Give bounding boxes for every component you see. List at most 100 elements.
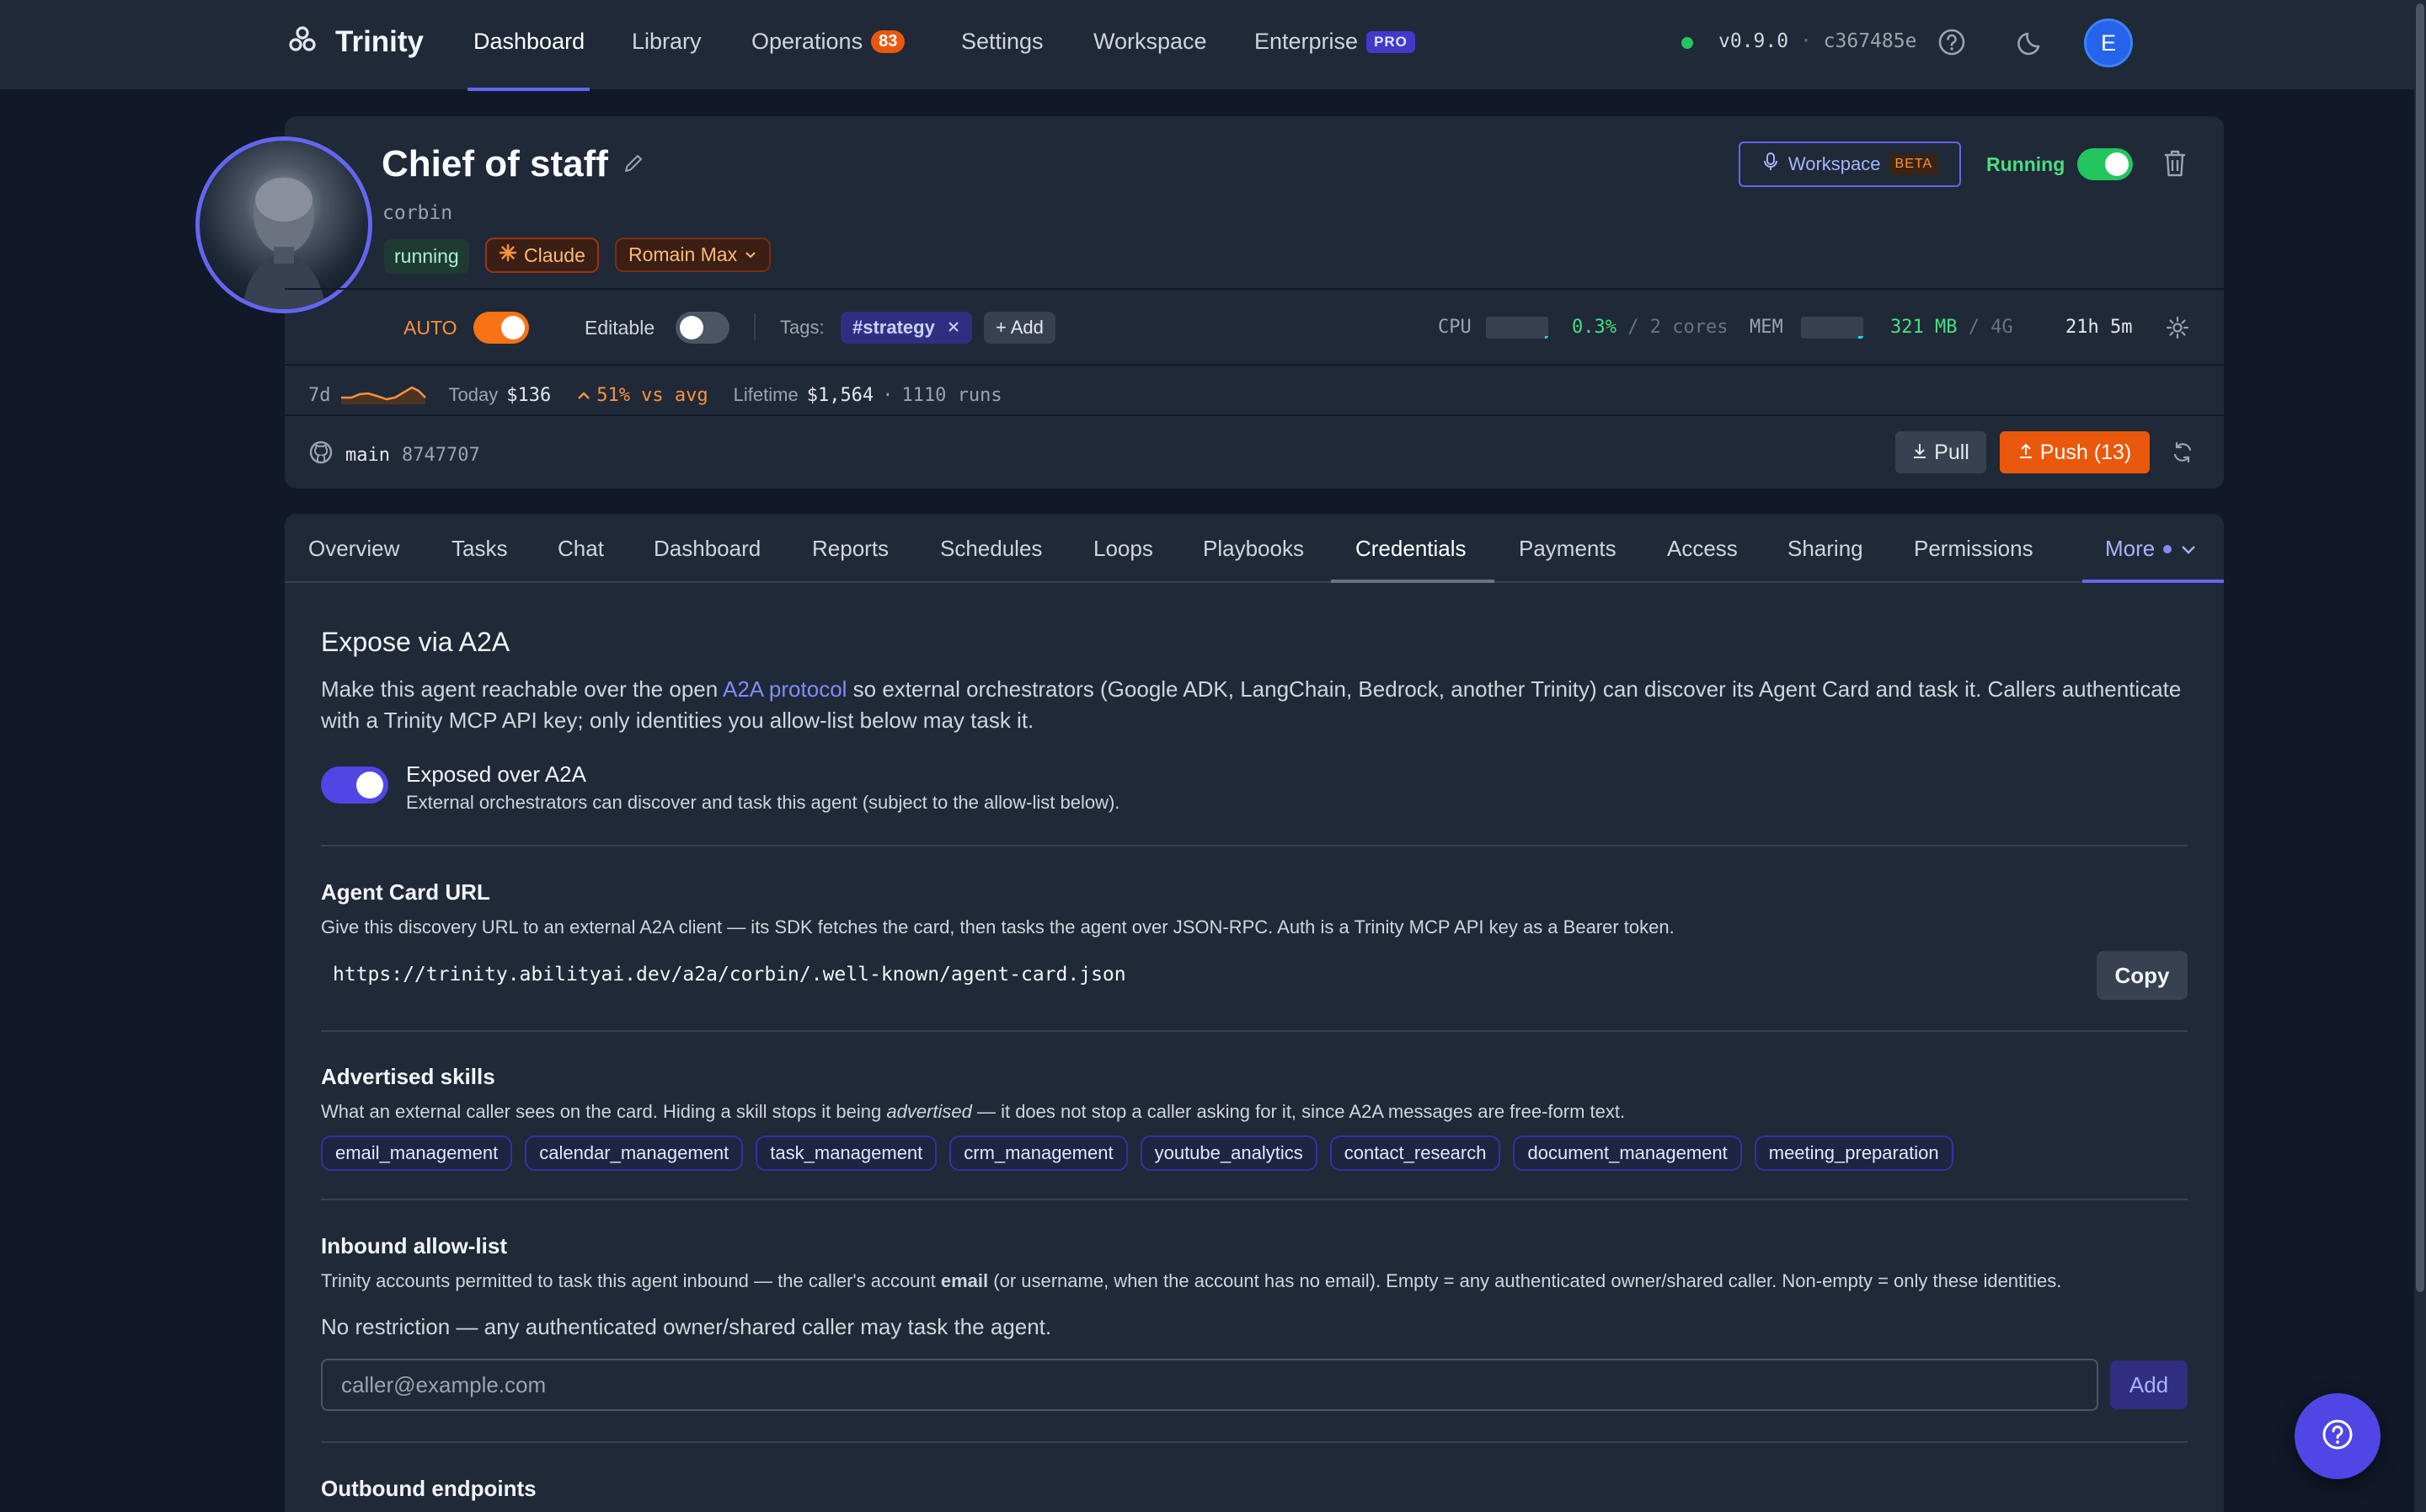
- pencil-icon[interactable]: [622, 152, 645, 179]
- tab-sharing[interactable]: Sharing: [1787, 536, 1863, 562]
- tab-payments[interactable]: Payments: [1519, 536, 1616, 562]
- status-pill: running: [384, 239, 469, 274]
- skills-description: What an external caller sees on the card…: [321, 1101, 1626, 1122]
- skills-list: email_management calendar_management tas…: [321, 1135, 1953, 1171]
- nav-enterprise[interactable]: Enterprise PRO: [1254, 29, 1415, 55]
- pull-button[interactable]: Pull: [1895, 431, 1986, 473]
- skill-chip[interactable]: youtube_analytics: [1140, 1135, 1317, 1171]
- nav-workspace[interactable]: Workspace: [1093, 29, 1207, 55]
- help-circle-icon[interactable]: [1935, 25, 1969, 59]
- help-button[interactable]: [2295, 1393, 2381, 1479]
- cpu-label: CPU: [1438, 317, 1472, 338]
- tab-active-indicator: [1331, 580, 1494, 583]
- trash-icon[interactable]: [2161, 148, 2188, 183]
- tags-label: Tags:: [780, 317, 825, 338]
- tabs-divider: [285, 581, 2224, 583]
- agent-card-url[interactable]: https://trinity.abilityai.dev/a2a/corbin…: [333, 964, 1126, 986]
- divider: [285, 288, 2224, 290]
- notification-dot: [2163, 544, 2172, 553]
- outbound-title: Outbound endpoints: [321, 1476, 537, 1501]
- tab-overview[interactable]: Overview: [308, 536, 399, 562]
- tab-credentials[interactable]: Credentials: [1355, 536, 1467, 562]
- allow-list-title: Inbound allow-list: [321, 1233, 507, 1258]
- copy-button[interactable]: Copy: [2097, 951, 2188, 1000]
- running-label: Running: [1986, 153, 2065, 175]
- running-toggle[interactable]: [2077, 148, 2133, 180]
- scrollbar-thumb[interactable]: [2416, 3, 2424, 1292]
- nav-settings[interactable]: Settings: [961, 29, 1044, 55]
- sparkline: [339, 379, 427, 411]
- tag-chip[interactable]: #strategy: [841, 312, 972, 344]
- divider: [754, 313, 756, 340]
- add-caller-button[interactable]: Add: [2110, 1360, 2188, 1409]
- divider: [321, 845, 2188, 847]
- divider: [321, 1030, 2188, 1032]
- skill-chip[interactable]: meeting_preparation: [1754, 1135, 1953, 1171]
- gear-icon[interactable]: [2165, 315, 2190, 345]
- editable-label: Editable: [585, 317, 655, 339]
- agent-username: corbin: [382, 202, 453, 224]
- microphone-icon: [1761, 152, 1780, 177]
- tab-playbooks[interactable]: Playbooks: [1203, 536, 1304, 562]
- tab-dashboard[interactable]: Dashboard: [654, 536, 761, 562]
- operations-count-badge: 83: [871, 30, 906, 53]
- chevron-down-icon: [2180, 536, 2197, 562]
- allow-list-description: Trinity accounts permitted to task this …: [321, 1270, 2062, 1291]
- mem-bar: [1801, 317, 1863, 339]
- no-restriction-text: No restriction — any authenticated owner…: [321, 1314, 1052, 1339]
- editable-toggle[interactable]: [676, 312, 729, 344]
- a2a-protocol-link[interactable]: A2A protocol: [723, 676, 847, 702]
- skill-chip[interactable]: calendar_management: [525, 1135, 744, 1171]
- section-title: Expose via A2A: [321, 627, 510, 657]
- version-info: v0.9.0 · c367485e: [1718, 30, 1917, 52]
- a2a-intro: Make this agent reachable over the open …: [321, 676, 2182, 733]
- expose-a2a-toggle[interactable]: [321, 767, 388, 804]
- trinity-logo-icon: [286, 24, 318, 60]
- status-dot: [1681, 37, 1693, 49]
- agent-avatar: [195, 136, 372, 313]
- tab-access[interactable]: Access: [1667, 536, 1738, 562]
- mem-label: MEM: [1750, 317, 1783, 338]
- uptime: 21h 5m: [2065, 317, 2133, 338]
- auto-toggle[interactable]: [473, 312, 529, 344]
- skill-chip[interactable]: crm_management: [949, 1135, 1128, 1171]
- refresh-icon[interactable]: [2170, 440, 2195, 469]
- tab-loops[interactable]: Loops: [1093, 536, 1153, 562]
- brand-logo[interactable]: Trinity: [286, 24, 424, 60]
- push-button[interactable]: Push (13): [2000, 431, 2150, 473]
- expose-description: External orchestrators can discover and …: [406, 792, 1120, 813]
- model-pill[interactable]: Claude: [485, 238, 599, 273]
- tab-chat[interactable]: Chat: [558, 536, 604, 562]
- help-circle-icon: [2319, 1416, 2356, 1457]
- model-variant-dropdown[interactable]: Romain Max: [615, 238, 772, 272]
- upload-icon: [2018, 441, 2033, 465]
- cost-summary: 7d Today $136 51% vs avg Lifetime $1,564…: [308, 379, 1002, 411]
- nav-operations[interactable]: Operations 83: [751, 29, 906, 55]
- tab-more-dropdown[interactable]: More: [2105, 536, 2197, 562]
- scrollbar[interactable]: [2414, 0, 2426, 1512]
- nav-library[interactable]: Library: [632, 29, 702, 55]
- user-avatar[interactable]: E: [2084, 19, 2133, 67]
- caller-email-input[interactable]: [321, 1359, 2098, 1411]
- divider: [321, 1199, 2188, 1200]
- top-navbar: Trinity Dashboard Library Operations 83 …: [0, 0, 2414, 91]
- expose-title: Exposed over A2A: [406, 761, 586, 787]
- skills-title: Advertised skills: [321, 1064, 495, 1089]
- workspace-button[interactable]: Workspace BETA: [1739, 142, 1961, 187]
- tab-schedules[interactable]: Schedules: [940, 536, 1042, 562]
- close-icon[interactable]: [947, 317, 960, 339]
- skill-chip[interactable]: document_management: [1513, 1135, 1742, 1171]
- nav-dashboard[interactable]: Dashboard: [473, 29, 585, 55]
- tab-reports[interactable]: Reports: [812, 536, 889, 562]
- skill-chip[interactable]: email_management: [321, 1135, 513, 1171]
- agent-name: Chief of staff: [382, 143, 608, 184]
- period-label: 7d: [308, 384, 331, 406]
- tab-more-indicator: [2082, 580, 2224, 583]
- skill-chip[interactable]: task_management: [756, 1135, 938, 1171]
- tab-permissions[interactable]: Permissions: [1914, 536, 2033, 562]
- add-tag-button[interactable]: + Add: [984, 312, 1055, 344]
- tab-tasks[interactable]: Tasks: [452, 536, 507, 562]
- skill-chip[interactable]: contact_research: [1329, 1135, 1501, 1171]
- moon-icon[interactable]: [2015, 25, 2049, 59]
- divider: [321, 1441, 2188, 1443]
